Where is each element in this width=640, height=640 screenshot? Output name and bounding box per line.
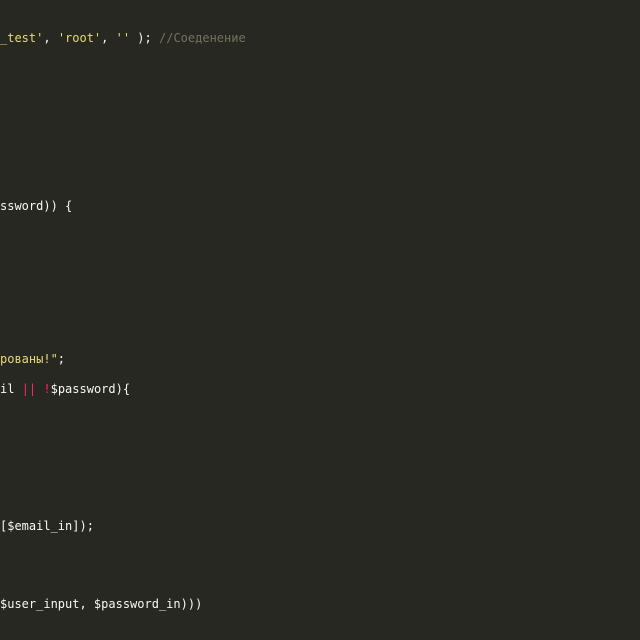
code-text: $user_input, $password_in))) [0,597,203,611]
code-editor[interactable]: _test', 'root', '' ); //Соеденение sswor… [0,0,640,640]
string-literal-db-name: _test' [0,31,44,45]
code-text: ssword)) { [0,199,73,213]
code-line-db-connect: _test', 'root', '' ); //Соеденение [0,29,246,47]
code-comment: //Соеденение [151,31,246,45]
closing-paren: ); [130,31,152,45]
comma-separator: , [101,31,116,45]
string-literal-message: рованы!" [0,352,58,366]
code-line-email-query: [$email_in]); [0,517,94,535]
code-text: il [0,382,22,396]
string-literal-password: '' [115,31,131,45]
code-text: [$email_in]); [0,519,94,533]
code-line-empty-check: il || !$password){ [0,380,130,398]
code-line-password-verify: $user_input, $password_in))) [0,595,202,613]
code-line-message: рованы!"; [0,350,65,368]
semicolon: ; [57,352,66,366]
comma-separator: , [43,31,58,45]
string-literal-user: 'root' [57,31,102,45]
code-text: $password){ [50,382,131,396]
code-line-password-check: ssword)) { [0,197,72,215]
not-operator: ! [43,382,51,396]
or-operator: || [21,382,37,396]
